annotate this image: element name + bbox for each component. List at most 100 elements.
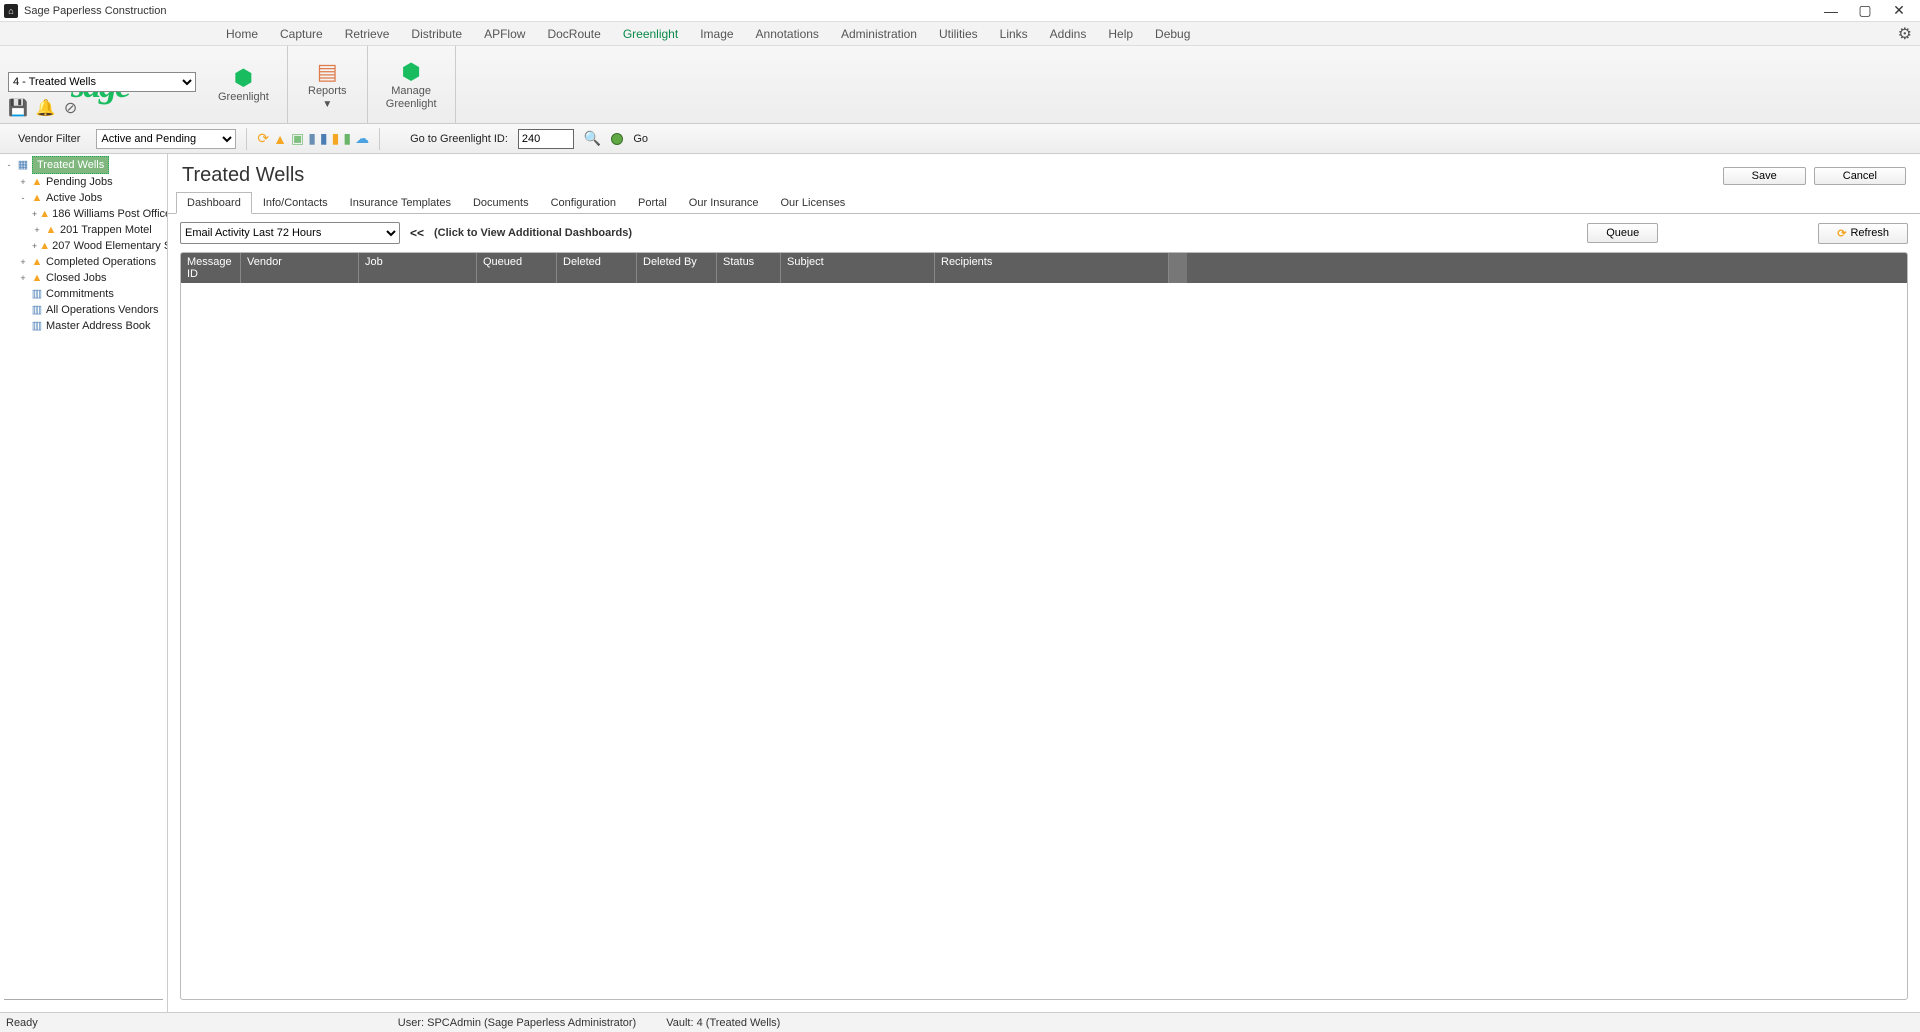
ribbon-strip: sage ⬢Greenlight▤Reports▼⬢ManageGreenlig… <box>0 46 1920 124</box>
column-spacer <box>1169 253 1187 283</box>
column-vendor[interactable]: Vendor <box>241 253 359 283</box>
clear-icon[interactable]: ⊘ <box>64 98 77 118</box>
refresh-arrows-icon: ⟳ <box>1837 227 1846 240</box>
menu-item-annotations[interactable]: Annotations <box>754 25 821 43</box>
column-queued[interactable]: Queued <box>477 253 557 283</box>
tree-root[interactable]: -▦Treated Wells <box>4 156 167 174</box>
column-subject[interactable]: Subject <box>781 253 935 283</box>
grid-header: Message IDVendorJobQueuedDeletedDeleted … <box>181 253 1907 283</box>
tree-node-201-trappen-motel[interactable]: +▲201 Trappen Motel <box>32 222 167 238</box>
grid-body-empty <box>181 283 1907 763</box>
greenlight-hex-icon: ⬢ <box>402 59 421 85</box>
collapse-caret-icon[interactable]: << <box>410 226 424 240</box>
menu-item-image[interactable]: Image <box>698 25 735 43</box>
window-title: Sage Paperless Construction <box>24 5 166 17</box>
tree-node-active-jobs[interactable]: -▲Active Jobs <box>18 190 167 206</box>
tree-node-master-address-book[interactable]: ▥Master Address Book <box>18 318 167 334</box>
vault-select[interactable]: 4 - Treated Wells <box>8 72 196 92</box>
tree-node-all-operations-vendors[interactable]: ▥All Operations Vendors <box>18 302 167 318</box>
menu-item-distribute[interactable]: Distribute <box>409 25 464 43</box>
refresh-icon[interactable]: ⟳ <box>257 130 269 147</box>
notifications-bell-icon[interactable]: 🔔 <box>36 98 56 118</box>
tree-node-207-wood-elementary-sch[interactable]: +▲207 Wood Elementary Sch <box>32 238 167 254</box>
go-button[interactable]: Go <box>633 133 648 145</box>
column-message-id[interactable]: Message ID <box>181 253 241 283</box>
tree-node-commitments[interactable]: ▥Commitments <box>18 286 167 302</box>
reports-icon: ▤ <box>317 59 338 85</box>
cloud-icon[interactable]: ☁ <box>355 130 369 147</box>
menu-item-retrieve[interactable]: Retrieve <box>343 25 392 43</box>
additional-dashboards-hint[interactable]: (Click to View Additional Dashboards) <box>434 227 632 239</box>
menu-item-links[interactable]: Links <box>998 25 1030 43</box>
tree-node-186-williams-post-office[interactable]: +▲186 Williams Post Office <box>32 206 167 222</box>
menu-item-addins[interactable]: Addins <box>1048 25 1089 43</box>
menu-item-greenlight[interactable]: Greenlight <box>621 25 680 43</box>
search-icon[interactable]: 🔍 <box>584 130 601 147</box>
grid[interactable]: Message IDVendorJobQueuedDeletedDeleted … <box>180 252 1908 1000</box>
menu-item-home[interactable]: Home <box>224 25 260 43</box>
menu-item-docroute[interactable]: DocRoute <box>545 25 602 43</box>
tab-info-contacts[interactable]: Info/Contacts <box>252 192 339 214</box>
menu-item-capture[interactable]: Capture <box>278 25 325 43</box>
tab-dashboard[interactable]: Dashboard <box>176 192 252 214</box>
menu-item-debug[interactable]: Debug <box>1153 25 1192 43</box>
menu-item-utilities[interactable]: Utilities <box>937 25 980 43</box>
ribbon-label: Reports <box>308 85 347 97</box>
save-icon[interactable]: 💾 <box>8 98 28 118</box>
tab-documents[interactable]: Documents <box>462 192 540 214</box>
tree-node-completed-operations[interactable]: +▲Completed Operations <box>18 254 167 270</box>
tab-portal[interactable]: Portal <box>627 192 678 214</box>
cancel-button[interactable]: Cancel <box>1814 167 1906 185</box>
ribbon-reports[interactable]: ▤Reports▼ <box>288 46 368 123</box>
user-doc-icon[interactable]: ▮ <box>320 130 328 147</box>
save-button[interactable]: Save <box>1723 167 1806 185</box>
folder-orange-icon[interactable]: ▮ <box>332 130 340 147</box>
page-title: Treated Wells <box>182 164 304 187</box>
tree-node-closed-jobs[interactable]: +▲Closed Jobs <box>18 270 167 286</box>
vendor-filter-select[interactable]: Active and Pending <box>96 129 236 149</box>
tree-node-pending-jobs[interactable]: +▲Pending Jobs <box>18 174 167 190</box>
greenlight-id-input[interactable] <box>518 129 574 149</box>
column-status[interactable]: Status <box>717 253 781 283</box>
column-recipients[interactable]: Recipients <box>935 253 1169 283</box>
go-to-greenlight-label: Go to Greenlight ID: <box>410 133 508 145</box>
toolbar-icons: ⟳ ▲ ▣ ▮ ▮ ▮ ▮ ☁ <box>257 130 369 147</box>
menubar: Home Capture Retrieve Distribute APFlow DocRo… <box>0 22 1920 46</box>
ribbon-label: ManageGreenlight <box>386 85 437 109</box>
menu-item-help[interactable]: Help <box>1106 25 1135 43</box>
dashboard-controls: Email Activity Last 72 Hours << (Click t… <box>168 214 1920 252</box>
truck-icon[interactable]: ▣ <box>291 130 304 147</box>
settings-gear-icon[interactable]: ⚙ <box>1898 24 1912 44</box>
menu-item-apflow[interactable]: APFlow <box>482 25 527 43</box>
column-deleted-by[interactable]: Deleted By <box>637 253 717 283</box>
alert-triangle-icon[interactable]: ▲ <box>273 131 287 147</box>
column-job[interactable]: Job <box>359 253 477 283</box>
vendor-filter-label: Vendor Filter <box>18 133 80 145</box>
statusbar: Ready User: SPCAdmin (Sage Paperless Adm… <box>0 1012 1920 1032</box>
tree-panel: -▦Treated Wells+▲Pending Jobs-▲Active Jo… <box>0 154 168 1012</box>
tab-our-licenses[interactable]: Our Licenses <box>770 192 857 214</box>
main-panel: Treated Wells Save Cancel DashboardInfo/… <box>168 154 1920 1012</box>
refresh-button[interactable]: ⟳Refresh <box>1818 223 1908 244</box>
tab-our-insurance[interactable]: Our Insurance <box>678 192 770 214</box>
column-deleted[interactable]: Deleted <box>557 253 637 283</box>
status-ready: Ready <box>6 1017 38 1029</box>
ribbon-manage-greenlight[interactable]: ⬢ManageGreenlight <box>368 46 456 123</box>
app-icon: ⌂ <box>4 4 18 18</box>
doc-blue-icon[interactable]: ▮ <box>308 130 316 147</box>
quick-access-bar: 4 - Treated Wells 💾 🔔 ⊘ <box>8 72 196 118</box>
filter-bar: Vendor Filter Active and Pending ⟳ ▲ ▣ ▮… <box>0 124 1920 154</box>
go-status-dot-icon <box>611 133 623 145</box>
window-close-button[interactable]: ✕ <box>1882 1 1916 21</box>
tabs: DashboardInfo/ContactsInsurance Template… <box>168 191 1920 214</box>
tab-configuration[interactable]: Configuration <box>540 192 627 214</box>
menu-item-administration[interactable]: Administration <box>839 25 919 43</box>
ribbon-greenlight[interactable]: ⬢Greenlight <box>200 46 288 123</box>
dashboard-select[interactable]: Email Activity Last 72 Hours <box>180 222 400 244</box>
tab-insurance-templates[interactable]: Insurance Templates <box>339 192 462 214</box>
queue-button[interactable]: Queue <box>1587 223 1658 243</box>
window-maximize-button[interactable]: ▢ <box>1848 1 1882 21</box>
greenlight-hex-icon: ⬢ <box>234 65 253 91</box>
clipboard-green-icon[interactable]: ▮ <box>343 130 351 147</box>
window-minimize-button[interactable]: — <box>1814 1 1848 21</box>
